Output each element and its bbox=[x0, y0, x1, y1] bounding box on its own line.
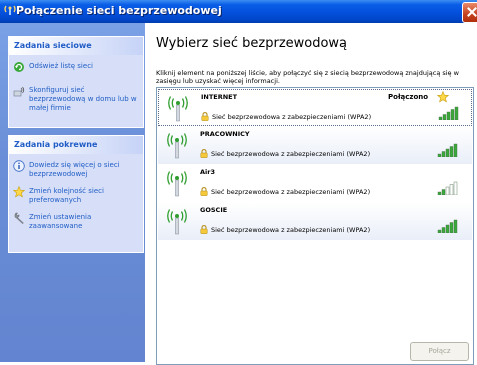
connection-status: Połączono bbox=[388, 93, 429, 101]
wireless-signal-icon bbox=[167, 209, 187, 235]
window-title: Połączenie sieci bezprzewodowej bbox=[16, 4, 222, 17]
star-icon bbox=[13, 186, 25, 198]
lock-icon bbox=[200, 149, 208, 158]
lock-icon bbox=[200, 187, 208, 196]
lock-icon bbox=[200, 225, 208, 234]
security-type: Sieć bezprzewodowa z zabezpieczeniami (W… bbox=[212, 113, 372, 121]
task-label: Skonfiguruj sieć bezprzewodową w domu lu… bbox=[29, 86, 137, 112]
related-tasks-group: Zadania pokrewne Dowiedz się więcej o si… bbox=[8, 135, 144, 253]
refresh-icon bbox=[14, 62, 24, 72]
wireless-signal-icon bbox=[167, 171, 187, 197]
signal-strength-indicator bbox=[437, 143, 458, 157]
task-label: Zmień ustawienia zaawansowane bbox=[29, 213, 92, 230]
network-name: Air3 bbox=[200, 168, 215, 176]
connect-button[interactable]: Połącz bbox=[410, 342, 469, 361]
signal-strength-indicator bbox=[437, 181, 458, 195]
network-name: INTERNET bbox=[201, 93, 238, 101]
task-pane: Zadania sieciowe Odśwież listę sieci Sko… bbox=[0, 23, 145, 362]
signal-strength-indicator bbox=[437, 219, 458, 233]
security-type: Sieć bezprzewodowa z zabezpieczeniami (W… bbox=[211, 188, 371, 196]
wireless-setup-icon bbox=[13, 86, 25, 97]
wireless-signal-icon bbox=[167, 133, 187, 159]
lock-icon bbox=[201, 112, 209, 121]
wireless-network-icon bbox=[4, 5, 16, 15]
task-label: Odśwież listę sieci bbox=[29, 62, 93, 70]
network-item[interactable]: Air3 Sieć bezprzewodowa z zabezpieczeniam… bbox=[158, 165, 472, 202]
wrench-icon bbox=[14, 212, 24, 224]
instructions-text: Kliknij element na poniższej liście, aby… bbox=[156, 69, 459, 85]
group-title-network-tasks: Zadania sieciowe bbox=[9, 37, 143, 55]
network-item[interactable]: INTERNET Połączono Sieć bezprzewodowa z za… bbox=[158, 89, 472, 126]
info-icon bbox=[13, 160, 25, 172]
signal-strength-indicator bbox=[438, 106, 459, 120]
network-item[interactable]: PRACOWNICY Sieć bezprzewodowa z zabezpiec… bbox=[158, 127, 472, 164]
task-label: Zmień kolejność sieci preferowanych bbox=[29, 187, 104, 204]
network-list[interactable]: INTERNET Połączono Sieć bezprzewodowa z za… bbox=[156, 87, 474, 365]
security-type: Sieć bezprzewodowa z zabezpieczeniami (W… bbox=[211, 226, 371, 234]
network-tasks-group: Zadania sieciowe Odśwież listę sieci Sko… bbox=[8, 36, 144, 128]
title-bar[interactable]: Połączenie sieci bezprzewodowej bbox=[0, 0, 477, 23]
wireless-connection-window: Połączenie sieci bezprzewodowej Zadania … bbox=[0, 0, 477, 365]
group-title-related-tasks: Zadania pokrewne bbox=[9, 136, 143, 154]
task-label: Dowiedz się więcej o sieci bezprzewodowe… bbox=[29, 161, 120, 178]
main-panel: Wybierz sieć bezprzewodową Kliknij eleme… bbox=[145, 23, 477, 365]
close-button[interactable] bbox=[462, 2, 477, 23]
network-item[interactable]: GOSCIE Sieć bezprzewodowa z zabezpieczeni… bbox=[158, 203, 472, 240]
page-title: Wybierz sieć bezprzewodową bbox=[156, 36, 348, 51]
network-name: PRACOWNICY bbox=[200, 130, 250, 138]
wireless-signal-icon bbox=[168, 96, 188, 122]
security-type: Sieć bezprzewodowa z zabezpieczeniami (W… bbox=[211, 150, 371, 158]
preferred-star-icon bbox=[437, 91, 449, 103]
network-name: GOSCIE bbox=[200, 206, 228, 214]
